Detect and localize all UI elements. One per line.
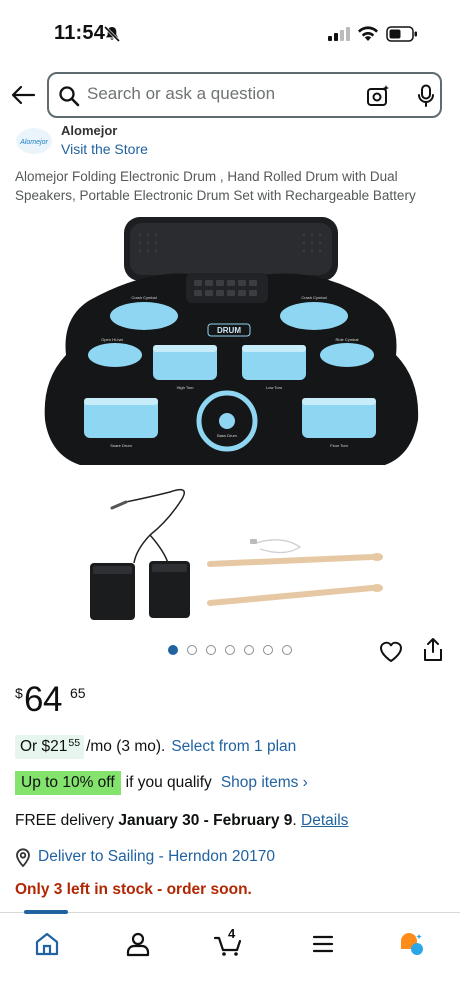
search-icon (59, 86, 80, 107)
visit-store-link[interactable]: Visit the Store (61, 141, 148, 157)
home-icon[interactable] (32, 929, 62, 959)
image-carousel-dots[interactable] (168, 645, 292, 657)
carousel-dot[interactable] (225, 645, 235, 655)
cart-count: 4 (228, 926, 236, 941)
installment-prefix: Or $ (20, 737, 51, 755)
deliver-to-location[interactable]: Deliver to Sailing - Herndon 20170 (15, 846, 275, 868)
pad-label: Low Tom (266, 385, 283, 390)
bottom-nav: 4 (0, 910, 460, 1000)
discount-badge: Up to 10% off (15, 771, 121, 795)
carousel-dot[interactable] (244, 645, 254, 655)
installment-fraction: 55 (68, 736, 81, 749)
camera-lens-icon[interactable] (366, 84, 390, 108)
carousel-dot[interactable] (168, 645, 178, 655)
status-bar: 11:54 (0, 0, 460, 62)
share-icon[interactable] (421, 637, 445, 663)
product-image[interactable]: DRUM Crash Cymbal Crash Cymbal Open Hi-h… (0, 205, 460, 635)
wifi-icon (358, 26, 378, 41)
stock-status: Only 3 left in stock - order soon. (15, 881, 252, 898)
installment-suffix: /mo (3 mo). (86, 737, 166, 755)
carousel-dot[interactable] (187, 645, 197, 655)
carousel-dot[interactable] (206, 645, 216, 655)
price-fraction: 65 (70, 685, 86, 701)
pad-label: Snare Drum (110, 443, 132, 448)
discount-row: Up to 10% off if you qualify Shop items … (15, 771, 308, 795)
select-plan-link[interactable]: Select from 1 plan (171, 738, 296, 756)
menu-icon[interactable] (308, 929, 338, 959)
account-icon[interactable] (123, 929, 153, 959)
delivery-suffix: . (292, 812, 302, 829)
store-logo-text: Alomejor (19, 139, 48, 146)
pad-label: Crash Cymbal (131, 295, 156, 300)
pad-label: Crash Cymbal (301, 295, 326, 300)
delivery-info: FREE delivery January 30 - February 9. D… (15, 812, 348, 830)
delivery-dates: January 30 - February 9 (118, 812, 293, 829)
pad-label: Open Hi-hat (101, 337, 123, 342)
pad-label: Bass Drum (217, 433, 237, 438)
delivery-prefix: FREE delivery (15, 812, 119, 829)
signal-icon (328, 27, 350, 41)
discount-text: if you qualify (125, 774, 212, 791)
installment-pill: Or $21 55 (15, 734, 85, 759)
carousel-dot[interactable] (282, 645, 292, 655)
delivery-details-link[interactable]: Details (301, 812, 348, 829)
back-arrow-icon[interactable] (8, 80, 38, 110)
product-title: Alomejor Folding Electronic Drum , Hand … (15, 169, 416, 203)
location-pin-icon (16, 848, 30, 867)
store-logo[interactable]: Alomejor (16, 128, 52, 154)
status-time: 11:54 (54, 22, 106, 44)
search-header (0, 62, 460, 128)
microphone-icon[interactable] (416, 84, 436, 108)
pad-label: High Tom (177, 385, 194, 390)
installment-amount: 21 (50, 737, 68, 755)
price-whole: 64 (24, 680, 62, 719)
rufus-icon[interactable] (397, 929, 427, 959)
battery-icon (386, 26, 417, 42)
bell-off-icon (103, 25, 121, 43)
carousel-dot[interactable] (263, 645, 273, 655)
store-name: Alomejor (61, 123, 118, 138)
search-input[interactable] (87, 84, 347, 104)
heart-icon[interactable] (378, 638, 404, 664)
nav-active-indicator (24, 910, 68, 914)
deliver-to-text: Deliver to Sailing - Herndon 20170 (38, 848, 275, 865)
pad-label: Floor Tom (330, 443, 348, 448)
installment-row: Or $21 55 /mo (3 mo). Select from 1 plan (15, 733, 296, 760)
drum-badge-label: DRUM (217, 326, 241, 335)
search-bar[interactable] (47, 72, 442, 118)
pad-label: Ride Cymbal (336, 337, 359, 342)
price-currency: $ (15, 685, 23, 701)
shop-items-link[interactable]: Shop items › (221, 774, 308, 792)
